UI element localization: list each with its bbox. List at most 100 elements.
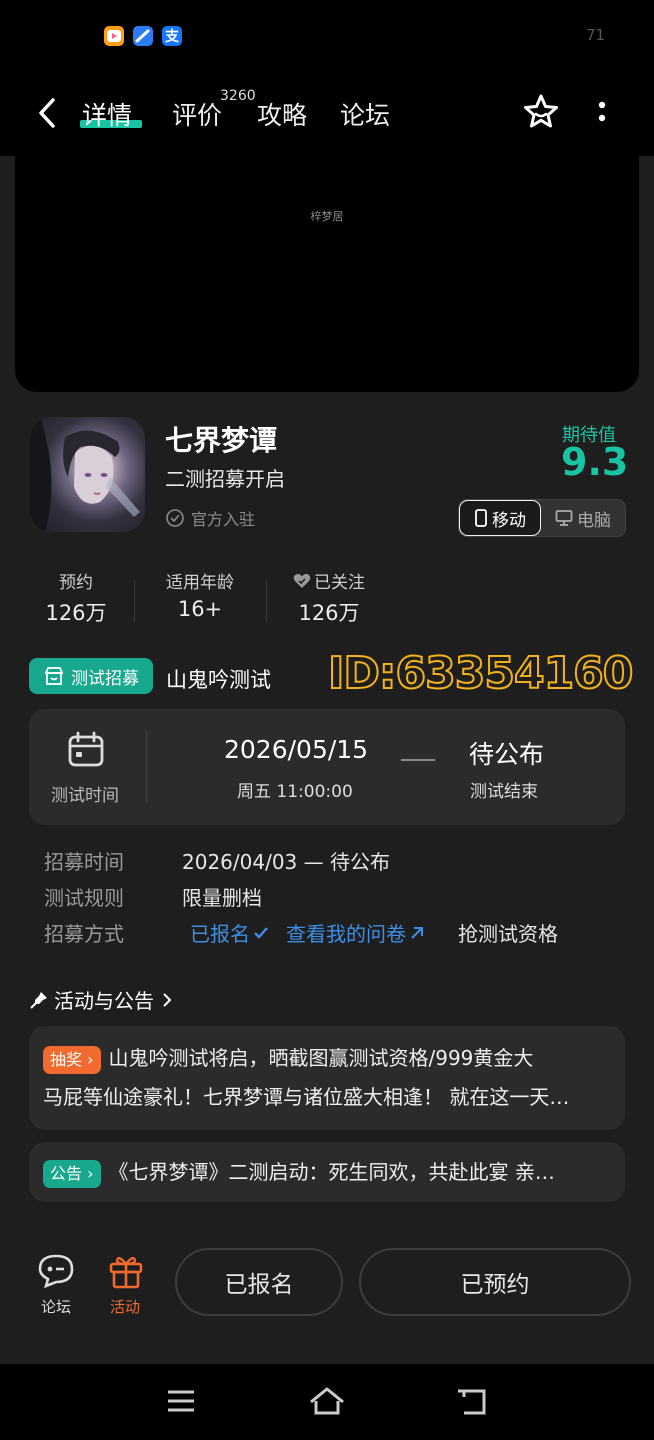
video-player[interactable]: 梓梦居 <box>15 150 639 392</box>
recruit-method-key: 招募方式 <box>44 922 124 946</box>
qualify-link[interactable]: 抢测试资格 <box>458 918 558 947</box>
checkmark-icon <box>254 926 268 939</box>
review-count-badge: 3260 <box>220 88 256 104</box>
stat-age-value: 16+ <box>177 597 223 621</box>
stat-follow-value: 126万 <box>298 601 360 625</box>
heart-check-icon <box>293 573 311 588</box>
activity-draw-line1-row: 抽奖 › 山鬼吟测试将启，晒截图赢测试资格/999黄金大 <box>43 1042 533 1074</box>
test-end-label: 测试结束 <box>470 782 538 802</box>
activities-title: 活动与公告 <box>54 989 154 1013</box>
forum-chat-icon <box>38 1254 74 1289</box>
official-label: 官方入驻 <box>191 510 256 529</box>
expectation-value: 9.3 <box>561 440 629 484</box>
check-circle-icon <box>166 509 184 527</box>
activity-button[interactable] <box>106 1252 146 1294</box>
recruit-name: 山鬼吟测试 <box>166 668 271 692</box>
time-arrow <box>401 759 435 761</box>
activity-draw-line1: 山鬼吟测试将启，晒截图赢测试资格/999黄金大 <box>108 1046 534 1070</box>
activity-card-announcement[interactable]: 公告 › 《七界梦谭》二测启动：死生同欢，共赴此宴 亲… <box>29 1142 625 1202</box>
alipay-icon: 支 <box>162 26 182 46</box>
draw-tag: 抽奖 › <box>43 1046 101 1074</box>
stat-divider <box>134 580 135 622</box>
signed-up-status: 已报名 <box>190 918 270 947</box>
back-arrow-icon <box>39 98 55 128</box>
stat-follow-label-group[interactable]: 已关注 <box>286 568 372 593</box>
activity-announcement-text: 《七界梦谭》二测启动：死生同欢，共赴此宴 亲… <box>108 1160 555 1184</box>
questionnaire-label: 查看我的问卷 <box>286 922 406 946</box>
test-time-card: 测试时间 2026/05/15 周五 11:00:00 待公布 测试结束 <box>29 709 625 825</box>
back-button[interactable] <box>34 96 60 134</box>
feather-app-icon <box>133 26 153 46</box>
external-arrow-icon <box>411 926 423 939</box>
tab-reviews[interactable]: 评价 <box>172 96 222 132</box>
monitor-icon <box>555 510 573 526</box>
stat-reserve-value: 126万 <box>45 601 107 625</box>
platform-pc-button[interactable]: 电脑 <box>542 500 624 536</box>
activity-card-draw[interactable]: 抽奖 › 山鬼吟测试将启，晒截图赢测试资格/999黄金大 马屁等仙途豪礼！七界梦谭… <box>29 1026 625 1130</box>
gift-icon <box>109 1256 143 1289</box>
draw-tag-label: 抽奖 <box>50 1050 83 1069</box>
star-icon <box>524 94 558 128</box>
tab-guides[interactable]: 攻略 <box>257 96 307 132</box>
alipay-glyph: 支 <box>165 29 179 45</box>
announcement-tag-label: 公告 <box>50 1164 83 1183</box>
platform-mobile-label: 移动 <box>492 510 526 531</box>
status-number: 71 <box>586 26 606 44</box>
announcement-tag: 公告 › <box>43 1160 101 1188</box>
activities-header[interactable]: 活动与公告 <box>30 985 174 1014</box>
back-nav-button[interactable] <box>456 1387 490 1421</box>
tab-details[interactable]: 详情 <box>82 96 132 132</box>
stat-age-label: 适用年龄 <box>166 573 234 593</box>
activity-label: 活动 <box>109 1298 140 1316</box>
more-vertical-icon <box>598 101 606 122</box>
top-nav: 详情 评价 3260 攻略 论坛 <box>0 72 654 156</box>
favorite-button[interactable] <box>521 92 561 136</box>
recruit-time-key: 招募时间 <box>44 850 124 874</box>
platform-pc-label: 电脑 <box>577 510 611 531</box>
video-app-icon <box>104 26 124 46</box>
video-watermark: 梓梦居 <box>310 210 344 223</box>
questionnaire-link[interactable]: 查看我的问卷 <box>286 918 425 947</box>
bottom-action-bar: 论坛 活动 已报名 已预约 <box>0 1230 654 1364</box>
test-start-time: 周五 11:00:00 <box>237 782 353 802</box>
stat-follow-label: 已关注 <box>314 573 365 593</box>
test-end-value: 待公布 <box>469 740 545 769</box>
calendar-icon <box>67 731 105 773</box>
more-button[interactable] <box>596 100 608 130</box>
game-portrait-icon <box>30 417 140 532</box>
signed-up-button[interactable]: 已报名 <box>175 1248 343 1316</box>
test-rule-key: 测试规则 <box>44 886 124 910</box>
platform-mobile-button[interactable]: 移动 <box>459 500 541 536</box>
status-bar: 支 71 <box>0 0 654 72</box>
game-title: 七界梦谭 <box>165 424 278 457</box>
recruit-tag: 测试招募 <box>29 658 153 694</box>
tab-forum[interactable]: 论坛 <box>340 96 390 132</box>
recruit-time-value: 2026/04/03 — 待公布 <box>182 850 390 874</box>
home-icon <box>310 1387 344 1415</box>
time-divider <box>146 731 147 803</box>
reserved-button[interactable]: 已预约 <box>359 1248 631 1316</box>
game-subtitle: 二测招募开启 <box>165 467 285 491</box>
home-nav-button[interactable] <box>308 1386 346 1420</box>
activity-draw-line2: 马屁等仙途豪礼！七界梦谭与诸位盛大相逢！ 就在这一天… <box>43 1085 570 1109</box>
test-start-date: 2026/05/15 <box>224 735 369 764</box>
recruit-tag-label: 测试招募 <box>71 668 139 689</box>
signed-up-label: 已报名 <box>190 922 250 946</box>
chevron-right-icon <box>163 992 172 1007</box>
stat-reserve-label: 预约 <box>59 573 93 593</box>
shop-icon <box>44 667 64 685</box>
game-icon <box>30 417 145 532</box>
id-overlay: ID:63354160 <box>327 647 634 700</box>
menu-nav-button[interactable] <box>166 1388 196 1418</box>
official-badge: 官方入驻 <box>165 506 255 530</box>
test-rule-value: 限量删档 <box>182 886 262 910</box>
system-nav-bar <box>0 1364 654 1440</box>
activity-announcement-row: 公告 › 《七界梦谭》二测启动：死生同欢，共赴此宴 亲… <box>43 1156 555 1188</box>
forum-button[interactable] <box>36 1252 76 1294</box>
return-icon <box>458 1389 486 1415</box>
forum-label: 论坛 <box>40 1298 71 1316</box>
stat-divider <box>266 580 267 622</box>
pin-icon <box>30 991 47 1009</box>
test-time-label: 测试时间 <box>51 786 119 806</box>
phone-icon <box>475 509 487 527</box>
